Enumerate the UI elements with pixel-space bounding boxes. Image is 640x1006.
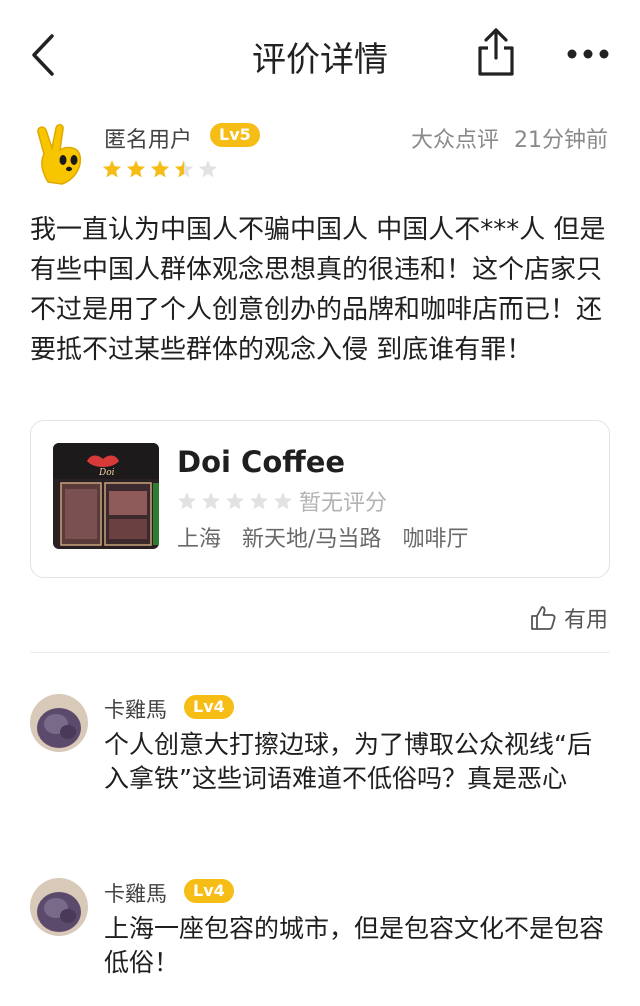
star-icon [274,492,292,510]
star-icon [151,160,169,178]
mascot-hand-icon [37,124,82,185]
page-title: 评价详情 [252,40,388,80]
commenter-avatar[interactable] [30,878,88,936]
commenter-name[interactable]: 卡雞馬 [104,878,167,908]
share-icon [478,28,514,76]
star-icon [103,160,121,178]
level-badge: Lv4 [184,695,234,719]
shop-rating-stars [177,491,293,511]
useful-label: 有用 [563,608,608,633]
shop-area: 新天地/马当路 [242,527,382,552]
comment-text: 个人创意大打擦边球，为了博取公众视线“后入拿铁”这些词语难道不低俗吗？真是恶心 [104,730,592,793]
shop-category: 咖啡厅 [402,527,469,552]
star-icon [178,492,196,510]
more-dots-icon [567,49,609,59]
star-icon [199,160,217,178]
reviewer-name[interactable]: 匿名用户 [104,122,192,154]
review-source-time: 大众点评 21分钟前 [411,122,608,154]
commenter-name[interactable]: 卡雞馬 [104,694,167,724]
review-content: 我一直认为中国人不骗中国人 中国人不***人 但是有些中国人群体观念思想真的很违… [30,215,606,365]
thumbs-up-icon [531,606,556,630]
shop-rating-text: 暂无评分 [299,491,388,516]
review-source: 大众点评 [410,128,499,153]
useful-button[interactable]: 有用 [530,602,608,634]
comment-text: 上海一座包容的城市，但是包容文化不是包容低俗！ [104,914,605,977]
shop-name: Doi Coffee [177,445,346,479]
reviewer-avatar[interactable] [30,122,90,186]
nav-bar: 评价详情 [0,0,640,110]
review-time: 21分钟前 [514,128,608,153]
star-icon [127,160,145,178]
review-rating-stars [102,159,218,179]
divider [30,652,610,653]
commenter-avatar[interactable] [30,694,88,752]
star-icon [226,492,244,510]
shop-card[interactable]: Doi Doi Coffee 暂无评分 上海 新天地/马当路 咖啡厅 [30,420,610,578]
more-button[interactable] [562,34,614,74]
svg-text:Doi: Doi [98,468,115,478]
share-button[interactable] [470,24,522,80]
shop-city: 上海 [177,527,222,552]
level-badge: Lv4 [184,879,234,903]
shop-photo: Doi [53,443,159,549]
level-badge: Lv5 [210,123,260,147]
star-icon [250,492,268,510]
shop-meta: 上海 新天地/马当路 咖啡厅 [177,521,482,553]
star-icon [202,492,220,510]
star-icon [175,160,193,178]
